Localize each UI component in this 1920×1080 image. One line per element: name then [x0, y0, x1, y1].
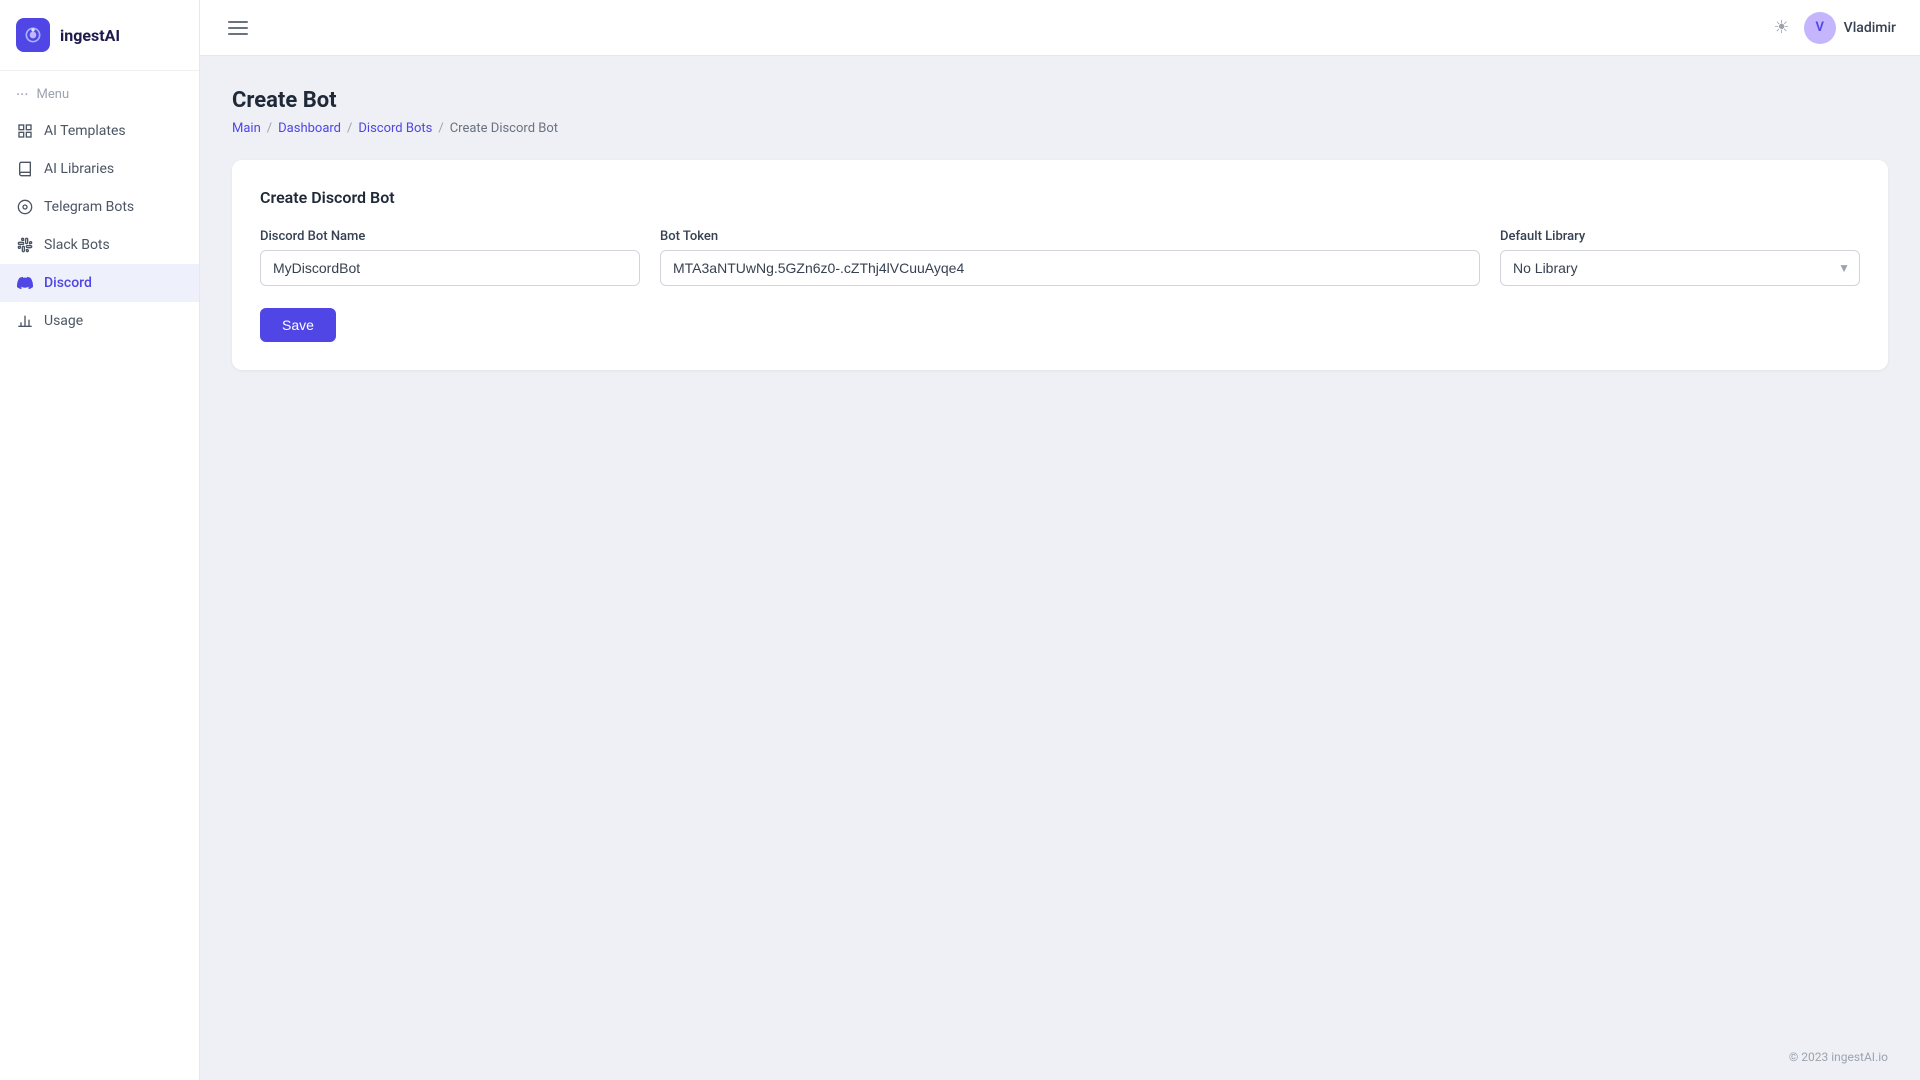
- content-area: Create Bot Main / Dashboard / Discord Bo…: [200, 56, 1920, 1034]
- breadcrumb-sep-3: /: [438, 121, 443, 136]
- sidebar: ingestAI ··· Menu AI Templates AI Librar…: [0, 0, 200, 1080]
- breadcrumb-dashboard[interactable]: Dashboard: [278, 121, 341, 136]
- form-card: Create Discord Bot Discord Bot Name Bot …: [232, 160, 1888, 370]
- copyright-text: © 2023 ingestAI.io: [1789, 1050, 1888, 1064]
- bot-token-input[interactable]: [660, 250, 1480, 286]
- breadcrumb-current: Create Discord Bot: [450, 121, 558, 136]
- user-area[interactable]: V Vladimir: [1804, 12, 1896, 44]
- sidebar-item-discord[interactable]: Discord: [0, 264, 199, 302]
- page-title: Create Bot: [232, 88, 1888, 113]
- sidebar-item-slack-bots[interactable]: Slack Bots: [0, 226, 199, 264]
- logo-icon: [16, 18, 50, 52]
- sidebar-item-usage[interactable]: Usage: [0, 302, 199, 340]
- header: ☀ V Vladimir: [200, 0, 1920, 56]
- book-icon: [16, 160, 34, 178]
- user-name: Vladimir: [1844, 20, 1896, 36]
- default-library-select[interactable]: No Library: [1500, 250, 1860, 286]
- avatar: V: [1804, 12, 1836, 44]
- menu-label: ··· Menu: [0, 71, 199, 112]
- logo-text: ingestAI: [60, 26, 120, 45]
- main-content: ☀ V Vladimir Create Bot Main / Dashboard…: [200, 0, 1920, 1080]
- header-right: ☀ V Vladimir: [1774, 12, 1896, 44]
- sidebar-item-telegram-bots-label: Telegram Bots: [44, 199, 134, 215]
- dots-icon: ···: [16, 85, 29, 104]
- sidebar-item-ai-templates-label: AI Templates: [44, 123, 126, 139]
- bot-name-label: Discord Bot Name: [260, 229, 640, 244]
- sidebar-item-slack-bots-label: Slack Bots: [44, 237, 110, 253]
- breadcrumb-sep-1: /: [267, 121, 272, 136]
- default-library-field: Default Library No Library ▼: [1500, 229, 1860, 286]
- bar-chart-icon: [16, 312, 34, 330]
- breadcrumb-main[interactable]: Main: [232, 121, 261, 136]
- form-row: Discord Bot Name Bot Token Default Libra…: [260, 229, 1860, 286]
- bot-name-field: Discord Bot Name: [260, 229, 640, 286]
- form-card-title: Create Discord Bot: [260, 188, 1860, 207]
- theme-toggle-button[interactable]: ☀: [1774, 17, 1790, 38]
- slack-icon: [16, 236, 34, 254]
- breadcrumb: Main / Dashboard / Discord Bots / Create…: [232, 121, 1888, 136]
- sun-icon: ☀: [1774, 17, 1790, 38]
- sidebar-item-ai-libraries[interactable]: AI Libraries: [0, 150, 199, 188]
- discord-icon: [16, 274, 34, 292]
- save-button[interactable]: Save: [260, 308, 336, 342]
- sidebar-item-discord-label: Discord: [44, 275, 92, 291]
- bot-token-field: Bot Token: [660, 229, 1480, 286]
- default-library-label: Default Library: [1500, 229, 1860, 244]
- sidebar-item-usage-label: Usage: [44, 313, 83, 329]
- sidebar-item-ai-templates[interactable]: AI Templates: [0, 112, 199, 150]
- sidebar-item-telegram-bots[interactable]: Telegram Bots: [0, 188, 199, 226]
- bot-name-input[interactable]: [260, 250, 640, 286]
- breadcrumb-sep-2: /: [347, 121, 352, 136]
- logo-area[interactable]: ingestAI: [0, 0, 199, 71]
- grid-icon: [16, 122, 34, 140]
- footer: © 2023 ingestAI.io: [200, 1034, 1920, 1080]
- avatar-initials: V: [1815, 20, 1823, 35]
- bot-token-label: Bot Token: [660, 229, 1480, 244]
- telegram-icon: [16, 198, 34, 216]
- breadcrumb-discord-bots[interactable]: Discord Bots: [358, 121, 432, 136]
- sidebar-item-ai-libraries-label: AI Libraries: [44, 161, 114, 177]
- select-wrapper: No Library ▼: [1500, 250, 1860, 286]
- hamburger-button[interactable]: [224, 17, 252, 39]
